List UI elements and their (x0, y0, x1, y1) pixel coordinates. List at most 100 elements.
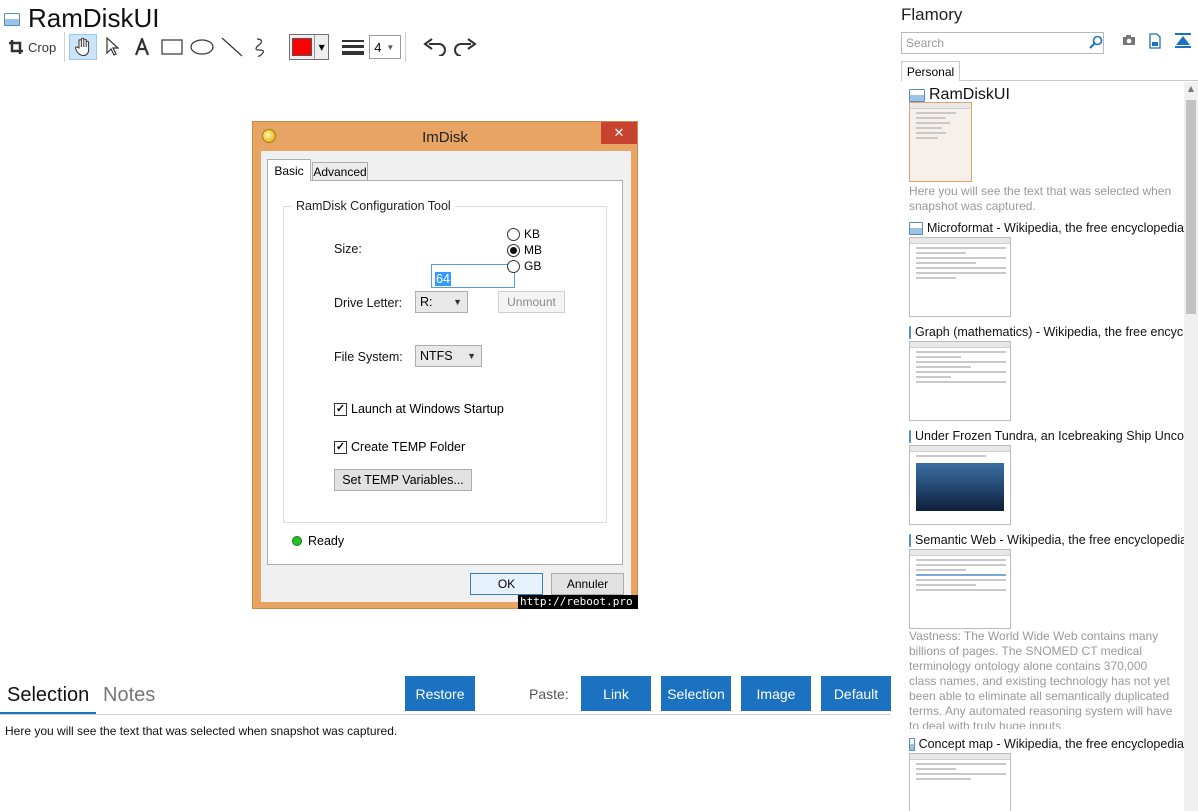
file-system-select: NTFS ▼ (415, 345, 482, 367)
list-item-label: Concept map - Wikipedia, the free encycl… (918, 737, 1184, 751)
divider (0, 714, 891, 715)
radio-label: MB (524, 243, 542, 257)
list-item-title[interactable]: Graph (mathematics) - Wikipedia, the fre… (909, 325, 1184, 339)
thumb-bar (910, 446, 1010, 452)
snapshot-editor: RamDiskUI Crop ▼ 4 ▼ ImDisk ✕ Basic Adva… (0, 0, 894, 811)
thumb-line (916, 589, 1006, 591)
radio-mb: MB (507, 243, 542, 257)
paste-image-button[interactable]: Image (741, 676, 811, 711)
freehand-tool-button[interactable] (247, 34, 277, 60)
launch-startup-checkbox: ✓ Launch at Windows Startup (334, 402, 504, 416)
thumb-line (916, 381, 1006, 383)
chevron-down-icon[interactable]: ▼ (314, 35, 328, 59)
thumb-line (916, 455, 986, 457)
config-group: RamDisk Configuration Tool Size: 64 KB M… (283, 199, 607, 523)
search-icon[interactable] (1089, 35, 1103, 49)
paste-link-button[interactable]: Link (581, 676, 651, 711)
thumb-line (916, 376, 951, 378)
list-item-thumbnail[interactable] (909, 237, 1011, 317)
line-tool-button[interactable] (217, 34, 247, 60)
pointer-icon (106, 37, 120, 56)
thumb-line (916, 122, 950, 124)
thumb-line (916, 763, 1006, 765)
radio-label: KB (524, 227, 541, 241)
document-icon[interactable] (1148, 33, 1162, 49)
list-item-description: Here you will see the text that was sele… (909, 184, 1172, 213)
list-item-thumbnail[interactable] (909, 445, 1011, 525)
crop-button[interactable]: Crop (4, 34, 60, 60)
snapshot-list: RamDiskUI Here you will see the text tha… (894, 82, 1184, 811)
collapse-up-icon[interactable] (1175, 33, 1191, 49)
thumb-bar (910, 342, 1010, 348)
thumb-line (916, 356, 961, 358)
tab-notes[interactable]: Notes (103, 684, 155, 707)
ship-photo (916, 463, 1004, 511)
divider (960, 80, 1198, 81)
thumb-line (916, 564, 1006, 566)
redo-icon (454, 38, 477, 56)
thumb-line (916, 117, 946, 119)
list-item-title[interactable]: Under Frozen Tundra, an Icebreaking Ship… (909, 429, 1184, 443)
list-item-label: Under Frozen Tundra, an Icebreaking Ship… (915, 429, 1184, 443)
line-width-select[interactable]: 4 ▼ (369, 35, 402, 59)
cancel-button: Annuler (551, 573, 624, 595)
list-item-thumbnail[interactable] (909, 549, 1011, 629)
ellipse-tool-button[interactable] (187, 34, 217, 60)
list-item-thumbnail[interactable] (909, 753, 1011, 811)
list-item-title[interactable]: Concept map - Wikipedia, the free encycl… (909, 737, 1184, 751)
freehand-icon (255, 38, 265, 57)
thumb-line (916, 247, 1006, 249)
thumb-line (916, 778, 971, 780)
thumb-line (916, 277, 956, 279)
pointer-tool-button[interactable] (97, 34, 127, 60)
tab-panel: RamDisk Configuration Tool Size: 64 KB M… (267, 180, 623, 565)
line-width-button[interactable] (341, 34, 365, 60)
search-input[interactable]: Search (901, 32, 1104, 54)
unmount-button: Unmount (498, 291, 565, 313)
watermark-text: http://reboot.pro (518, 595, 638, 609)
thumb-line (916, 272, 1006, 274)
rectangle-tool-button[interactable] (157, 34, 187, 60)
hand-tool-button[interactable] (69, 34, 98, 60)
status-row: Ready (292, 534, 344, 548)
thumb-line (916, 579, 1006, 581)
thumb-bar (910, 238, 1010, 244)
text-icon (135, 38, 150, 56)
size-input: 64 (431, 264, 515, 288)
snapshot-icon (4, 12, 20, 26)
color-picker[interactable]: ▼ (289, 34, 330, 60)
list-item-thumbnail[interactable] (909, 102, 972, 182)
thumb-line (916, 127, 942, 129)
folder-tab-personal[interactable]: Personal (901, 61, 960, 81)
group-title: RamDisk Configuration Tool (292, 199, 455, 213)
list-item-thumbnail[interactable] (909, 341, 1011, 421)
thumb-line (916, 569, 966, 571)
camera-icon[interactable] (1122, 33, 1136, 47)
drive-letter-value: R: (420, 295, 433, 309)
thumb-line (916, 252, 966, 254)
line-width-icon (342, 40, 365, 55)
thumb-bar (910, 103, 971, 109)
scroll-up-icon[interactable]: ▲ (1184, 84, 1198, 98)
paste-label: Paste: (529, 686, 569, 702)
selection-text-area[interactable]: Here you will see the text that was sele… (5, 724, 397, 738)
chevron-down-icon: ▼ (453, 297, 462, 307)
scrollbar[interactable]: ▲ (1184, 82, 1198, 811)
checkbox-box: ✓ (334, 402, 347, 416)
toolbar-divider (64, 32, 66, 62)
undo-button[interactable] (420, 34, 450, 60)
list-item-title[interactable]: Semantic Web - Wikipedia, the free encyc… (909, 533, 1184, 547)
snapshot-icon (909, 533, 911, 547)
scrollbar-thumb[interactable] (1186, 100, 1196, 314)
snapshot-icon (909, 325, 911, 339)
paste-default-button[interactable]: Default (821, 676, 891, 711)
radio-label: GB (524, 259, 542, 273)
thumb-line (916, 773, 1006, 775)
redo-button[interactable] (450, 34, 480, 60)
paste-selection-button[interactable]: Selection (661, 676, 731, 711)
tab-selection[interactable]: Selection (7, 684, 89, 707)
list-item-title[interactable]: Microformat - Wikipedia, the free encycl… (909, 221, 1184, 235)
restore-button[interactable]: Restore (405, 676, 475, 711)
size-label: Size: (334, 242, 362, 256)
text-tool-button[interactable] (127, 34, 157, 60)
